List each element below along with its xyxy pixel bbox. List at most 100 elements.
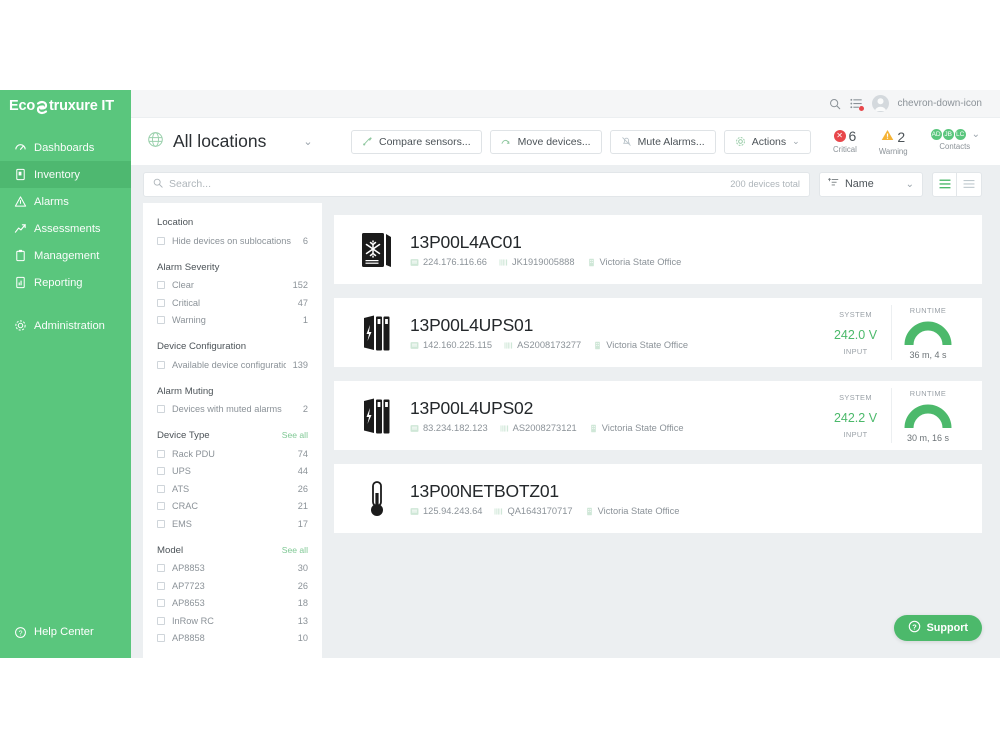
filter-label: CRAC: [172, 501, 199, 512]
filter-row[interactable]: Hide devices on sublocations 6: [157, 232, 308, 250]
contact-avatar[interactable]: JB: [941, 127, 955, 141]
see-all-link[interactable]: See all: [282, 430, 308, 440]
filter-label: AP8653: [172, 598, 205, 609]
filter-row[interactable]: Critical 47: [157, 294, 308, 312]
sort-ascending-icon: [828, 175, 839, 193]
checkbox[interactable]: [157, 616, 165, 625]
sort-dropdown[interactable]: Name ⌄: [819, 171, 923, 197]
filter-label: AP8858: [172, 633, 205, 644]
runtime-value: 30 m, 16 s: [906, 432, 950, 443]
checkbox[interactable]: [157, 405, 165, 414]
checkbox[interactable]: [157, 581, 165, 590]
device-card[interactable]: 13P00L4UPS02 83.234.182.123 AS2008273121…: [334, 381, 982, 450]
sidebar-item-assessments[interactable]: Assessments: [0, 215, 131, 242]
list-view-icon[interactable]: [932, 171, 957, 197]
search-box[interactable]: 200 devices total: [143, 171, 810, 197]
filter-row[interactable]: CRAC 21: [157, 498, 308, 516]
checkbox[interactable]: [157, 484, 165, 493]
checkbox[interactable]: [157, 467, 165, 476]
filter-row[interactable]: Clear 152: [157, 277, 308, 295]
thermometer-icon: [356, 479, 398, 519]
filter-label: Clear: [172, 280, 194, 291]
location-title: All locations: [173, 131, 267, 151]
device-name: 13P00L4UPS01: [410, 315, 534, 335]
filter-row[interactable]: Rack PDU 74: [157, 445, 308, 463]
help-center-link[interactable]: ? Help Center: [0, 620, 131, 644]
compare-sensors-button[interactable]: Compare sensors...: [351, 129, 482, 154]
filter-label: UPS: [172, 466, 191, 477]
filter-row[interactable]: AP8853 30: [157, 560, 308, 578]
sidebar-item-dashboards[interactable]: Dashboards: [0, 134, 131, 161]
question-circle-icon: ?: [13, 625, 27, 639]
device-serial-text: AS2008273121: [512, 423, 577, 433]
filter-group-alarm-muting: Alarm Muting Devices with muted alarms 2: [157, 386, 308, 419]
sidebar-item-management[interactable]: Management: [0, 242, 131, 269]
filter-count: 6: [302, 235, 308, 246]
device-card[interactable]: 13P00L4UPS01 142.160.225.115 AS200817327…: [334, 298, 982, 367]
account-chevron-down-icon[interactable]: chevron-down-icon: [898, 98, 983, 109]
critical-count: 6: [848, 127, 857, 144]
ecostruxure-logo: Eco truxure IT: [0, 90, 131, 122]
filter-row[interactable]: EMS 17: [157, 515, 308, 533]
filter-row[interactable]: AP8858 10: [157, 630, 308, 648]
actions-button[interactable]: Actions ⌄: [723, 129, 811, 154]
checkbox[interactable]: [157, 564, 165, 573]
filter-row[interactable]: ATS 26: [157, 480, 308, 498]
filter-row[interactable]: Available device configurations 139: [157, 356, 308, 374]
location-selector[interactable]: All locations ⌄: [147, 131, 337, 153]
user-avatar-icon[interactable]: [871, 95, 889, 112]
checkbox[interactable]: [157, 281, 165, 290]
contacts-chevron-down-icon[interactable]: ⌄: [972, 129, 980, 140]
barcode-serial-icon: [499, 258, 508, 267]
checkbox[interactable]: [157, 502, 165, 511]
metric-title: SYSTEM: [839, 309, 872, 319]
device-serial-text: JK1919005888: [511, 257, 575, 267]
sidebar-item-administration[interactable]: Administration: [0, 312, 131, 339]
checkbox[interactable]: [157, 519, 165, 528]
device-metrics: SYSTEM 242.0 V INPUT RUNTIME 36 m, 4 s: [820, 298, 982, 367]
filter-row[interactable]: Warning 1: [157, 312, 308, 330]
checkbox[interactable]: [157, 599, 165, 608]
device-ip: 125.94.243.64: [410, 506, 482, 516]
contact-avatar[interactable]: LC: [953, 127, 967, 141]
filter-row[interactable]: UPS 44: [157, 463, 308, 481]
contact-avatar[interactable]: AD: [929, 127, 943, 141]
sidebar-item-label: Inventory: [34, 168, 81, 181]
search-icon[interactable]: [829, 98, 841, 110]
checkbox[interactable]: [157, 316, 165, 325]
critical-alarms-indicator[interactable]: ✕ 6 Critical: [833, 128, 857, 154]
location-chevron-down-icon[interactable]: ⌄: [303, 135, 312, 148]
mute-alarms-button[interactable]: Mute Alarms...: [609, 129, 716, 154]
device-location-text: Victoria State Office: [601, 423, 684, 433]
metric-value: 242.0 V: [833, 327, 878, 342]
sidebar-item-reporting[interactable]: Reporting: [0, 269, 131, 296]
see-all-link[interactable]: See all: [282, 545, 308, 555]
checkbox[interactable]: [157, 236, 165, 245]
sidebar-item-alarms[interactable]: Alarms: [0, 188, 131, 215]
filter-label: Hide devices on sublocations: [172, 235, 291, 246]
checkbox[interactable]: [157, 298, 165, 307]
contacts-indicator[interactable]: AD JB LC ⌄ Contacts: [929, 127, 980, 151]
search-input[interactable]: [169, 178, 725, 190]
notifications-list-icon[interactable]: [849, 98, 864, 111]
device-location: Victoria State Office: [589, 423, 684, 433]
metric-title: RUNTIME: [909, 305, 947, 315]
checkbox[interactable]: [157, 634, 165, 643]
device-card[interactable]: 13P00L4AC01 224.176.116.66 JK1919005888 …: [334, 215, 982, 284]
filter-count: 10: [297, 633, 308, 644]
filter-row[interactable]: AP7723 26: [157, 577, 308, 595]
support-button[interactable]: ? Support: [893, 615, 982, 641]
checkbox[interactable]: [157, 360, 165, 369]
filter-row[interactable]: AP8653 18: [157, 595, 308, 613]
svg-text:?: ?: [18, 630, 22, 637]
button-label: Compare sensors...: [379, 135, 471, 148]
metric-system-input: SYSTEM 242.0 V INPUT: [820, 305, 892, 360]
warning-alarms-indicator[interactable]: 2 Warning: [879, 128, 908, 156]
sidebar-item-inventory[interactable]: Inventory: [0, 161, 131, 188]
filter-row[interactable]: InRow RC 13: [157, 612, 308, 630]
checkbox[interactable]: [157, 449, 165, 458]
compact-view-icon[interactable]: [957, 171, 982, 197]
move-devices-button[interactable]: Move devices...: [489, 129, 602, 154]
filter-row[interactable]: Devices with muted alarms 2: [157, 401, 308, 419]
device-card[interactable]: 13P00NETBOTZ01 125.94.243.64 QA164317071…: [334, 464, 982, 533]
